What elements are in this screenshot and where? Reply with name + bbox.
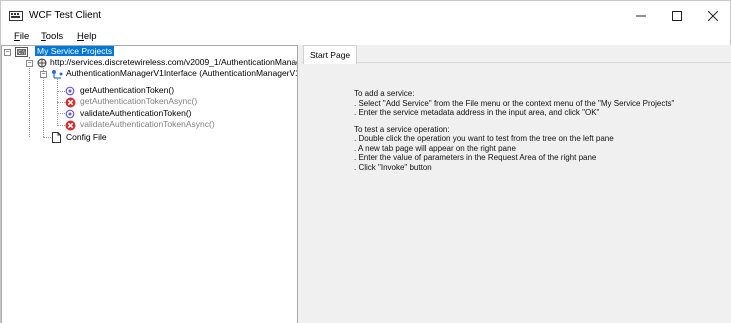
menu-bar: File Tools Help (1, 31, 730, 45)
tree-connector (57, 91, 65, 92)
tab-start-page[interactable]: Start Page (303, 45, 358, 64)
tree-connector (57, 102, 65, 103)
menu-help-label: elp (83, 31, 97, 42)
tree-operation-item[interactable]: getAuthenticationToken() (80, 85, 174, 96)
close-button[interactable] (695, 1, 731, 31)
add-service-step: . Enter the service metadata address in … (354, 108, 600, 117)
test-operation-step: . A new tab page will appear on the righ… (354, 143, 516, 153)
title-bar[interactable]: WCF Test Client (1, 1, 730, 31)
service-tree-pane[interactable]: − C:\ My Service Projects − http://servi… (1, 45, 298, 323)
menu-file-label: ile (19, 31, 30, 42)
app-logo-icon (9, 11, 23, 21)
test-operation-step: . Double click the operation you want to… (354, 134, 614, 143)
menu-tools-label: ools (45, 31, 64, 42)
tree-connector (57, 113, 65, 114)
collapse-toggle[interactable]: − (4, 49, 11, 56)
menu-tools[interactable]: Tools (41, 31, 63, 45)
svg-text:C:\: C:\ (18, 50, 25, 56)
test-operation-heading: To test a service operation: (354, 124, 450, 134)
tree-operation-item[interactable]: validateAuthenticationToken() (80, 108, 192, 119)
interface-icon (51, 69, 63, 81)
menu-help-accel: H (77, 31, 84, 42)
tab-strip: Start Page (301, 45, 731, 64)
tree-root-label: My Service Projects (35, 46, 115, 56)
add-service-step: . Select "Add Service" from the File men… (354, 98, 675, 108)
collapse-toggle[interactable]: − (26, 60, 33, 67)
tree-operation-item[interactable]: validateAuthenticationTokenAsync() (80, 119, 215, 130)
tree-service-node[interactable]: http://services.discretewireless.com/v20… (50, 57, 297, 68)
app-window: WCF Test Client File Tools Help − C:\ My (0, 0, 731, 323)
minimize-icon (636, 15, 646, 17)
test-operation-step: . Click "Invoke" button (354, 162, 432, 172)
window-title: WCF Test Client (29, 10, 102, 21)
content-pane: Start Page To add a service: . Select "A… (301, 45, 731, 323)
tree-connector (43, 68, 44, 137)
tree-root-node[interactable]: My Service Projects (35, 46, 115, 57)
maximize-button[interactable] (659, 1, 695, 31)
service-endpoint-icon (37, 58, 47, 70)
project-icon: C:\ (15, 47, 28, 59)
menu-help[interactable]: Help (77, 31, 97, 45)
start-page-content: To add a service: . Select "Add Service"… (354, 89, 674, 172)
tab-start-page-label: Start Page (310, 50, 351, 60)
tree-config-file[interactable]: Config File (66, 132, 107, 143)
tree-operation-item[interactable]: getAuthenticationTokenAsync() (80, 96, 197, 107)
tree-connector (43, 137, 51, 138)
test-operation-step: . Enter the value of parameters in the R… (354, 153, 597, 162)
collapse-toggle[interactable]: − (40, 71, 47, 78)
tree-interface-node[interactable]: AuthenticationManagerV1Interface (Authen… (66, 68, 297, 79)
tree-connector (29, 57, 30, 137)
maximize-icon (672, 11, 682, 21)
close-icon (708, 11, 718, 21)
minimize-button[interactable] (623, 1, 659, 31)
add-service-heading: To add a service: (354, 89, 415, 98)
file-icon (52, 132, 61, 145)
tree-connector (57, 125, 65, 126)
menu-file[interactable]: File (14, 31, 29, 45)
